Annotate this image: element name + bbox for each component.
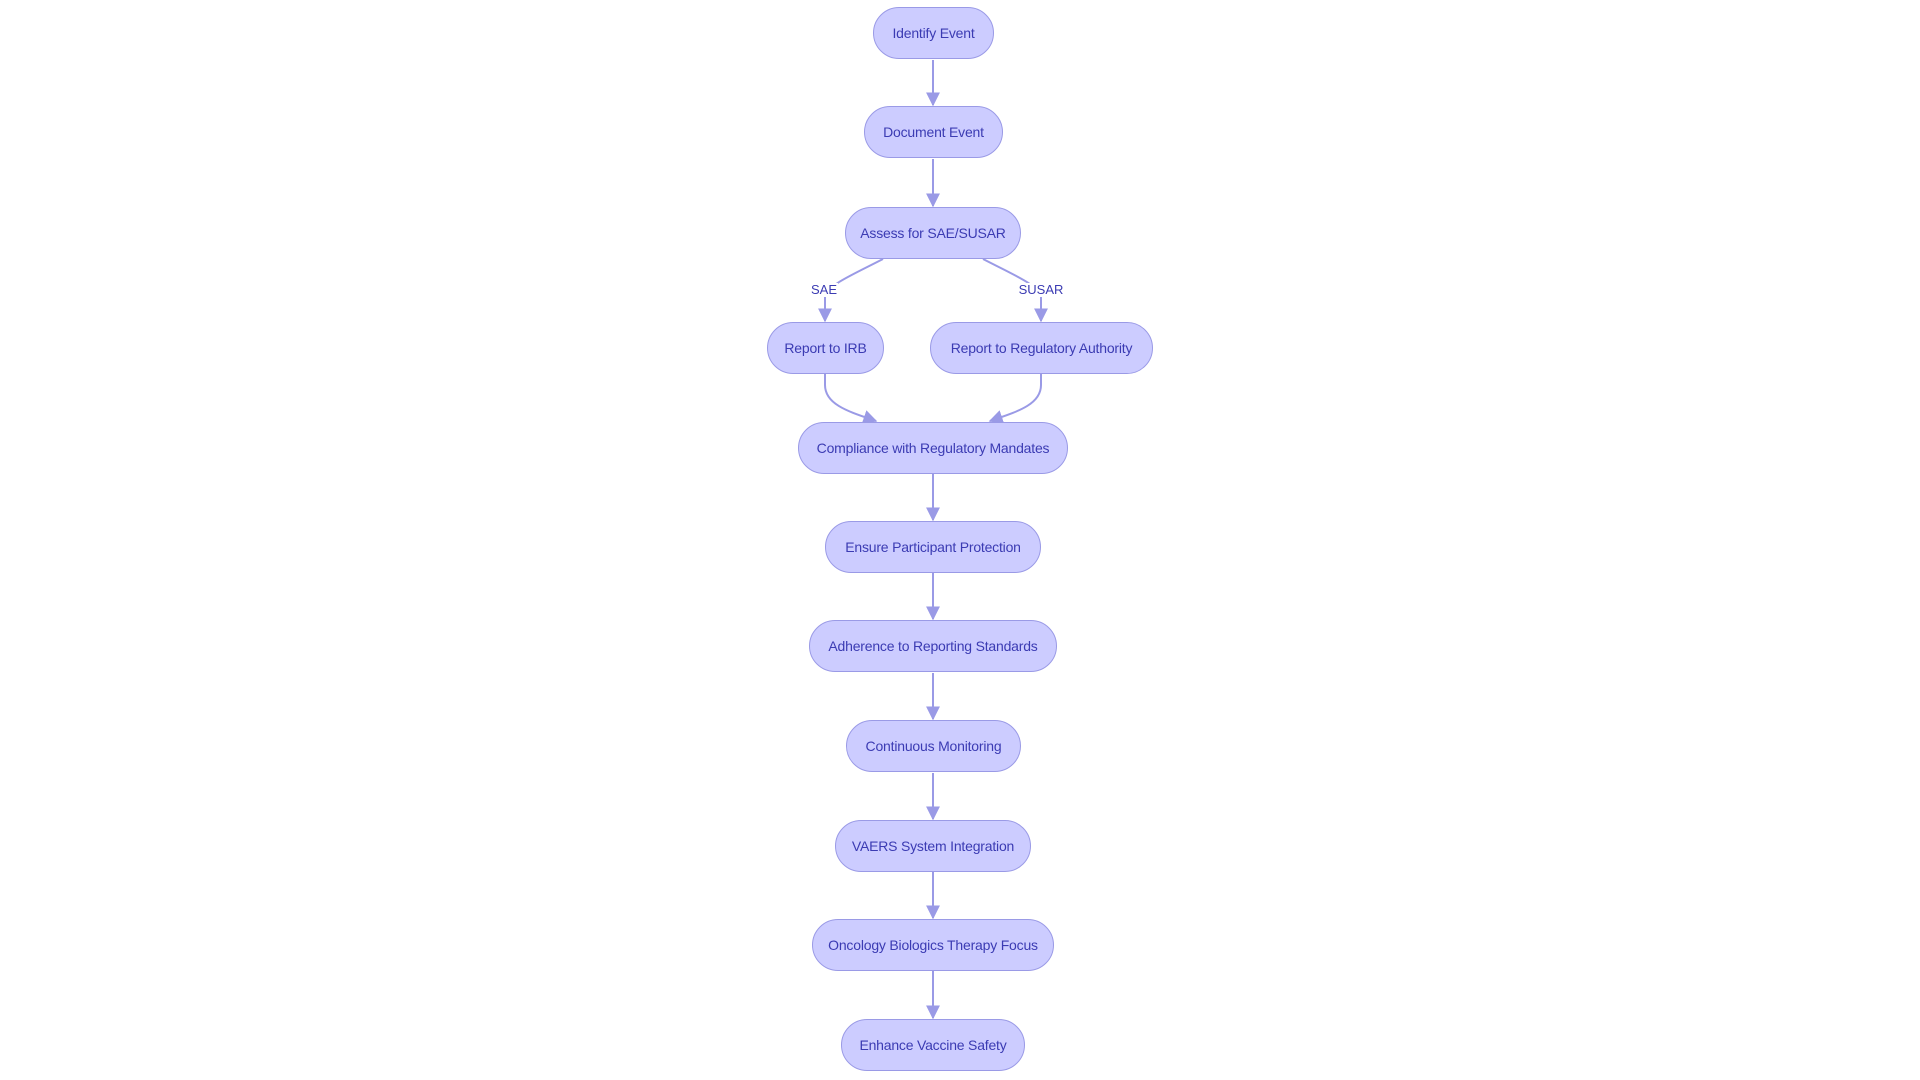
node-adherence-reporting-standards[interactable]: Adherence to Reporting Standards	[809, 620, 1057, 672]
node-label: Report to Regulatory Authority	[950, 340, 1133, 356]
node-identify-event[interactable]: Identify Event	[873, 7, 994, 59]
node-report-to-regulatory-authority[interactable]: Report to Regulatory Authority	[930, 322, 1153, 374]
node-document-event[interactable]: Document Event	[864, 106, 1003, 158]
node-label: Compliance with Regulatory Mandates	[816, 440, 1050, 456]
node-label: Oncology Biologics Therapy Focus	[828, 937, 1038, 953]
node-compliance-regulatory-mandates[interactable]: Compliance with Regulatory Mandates	[798, 422, 1068, 474]
node-label: Report to IRB	[784, 340, 867, 356]
node-label: Continuous Monitoring	[865, 738, 1002, 754]
edge-reg-compliance	[988, 373, 1042, 424]
node-enhance-vaccine-safety[interactable]: Enhance Vaccine Safety	[841, 1019, 1025, 1071]
edge-label-sae: SAE	[809, 282, 839, 297]
node-label: Ensure Participant Protection	[845, 539, 1021, 555]
node-label: Adherence to Reporting Standards	[828, 638, 1038, 654]
edge-label-susar: SUSAR	[1017, 282, 1065, 297]
node-label: VAERS System Integration	[851, 838, 1015, 854]
node-assess-sae-susar[interactable]: Assess for SAE/SUSAR	[845, 207, 1021, 259]
node-report-to-irb[interactable]: Report to IRB	[767, 322, 884, 374]
node-label: Document Event	[883, 124, 984, 140]
node-oncology-biologics-therapy-focus[interactable]: Oncology Biologics Therapy Focus	[812, 919, 1054, 971]
node-label: Assess for SAE/SUSAR	[860, 225, 1006, 241]
node-label: Enhance Vaccine Safety	[859, 1037, 1007, 1053]
node-ensure-participant-protection[interactable]: Ensure Participant Protection	[825, 521, 1041, 573]
node-label: Identify Event	[892, 25, 975, 41]
node-continuous-monitoring[interactable]: Continuous Monitoring	[846, 720, 1021, 772]
node-vaers-system-integration[interactable]: VAERS System Integration	[835, 820, 1031, 872]
edge-irb-compliance	[824, 373, 878, 424]
